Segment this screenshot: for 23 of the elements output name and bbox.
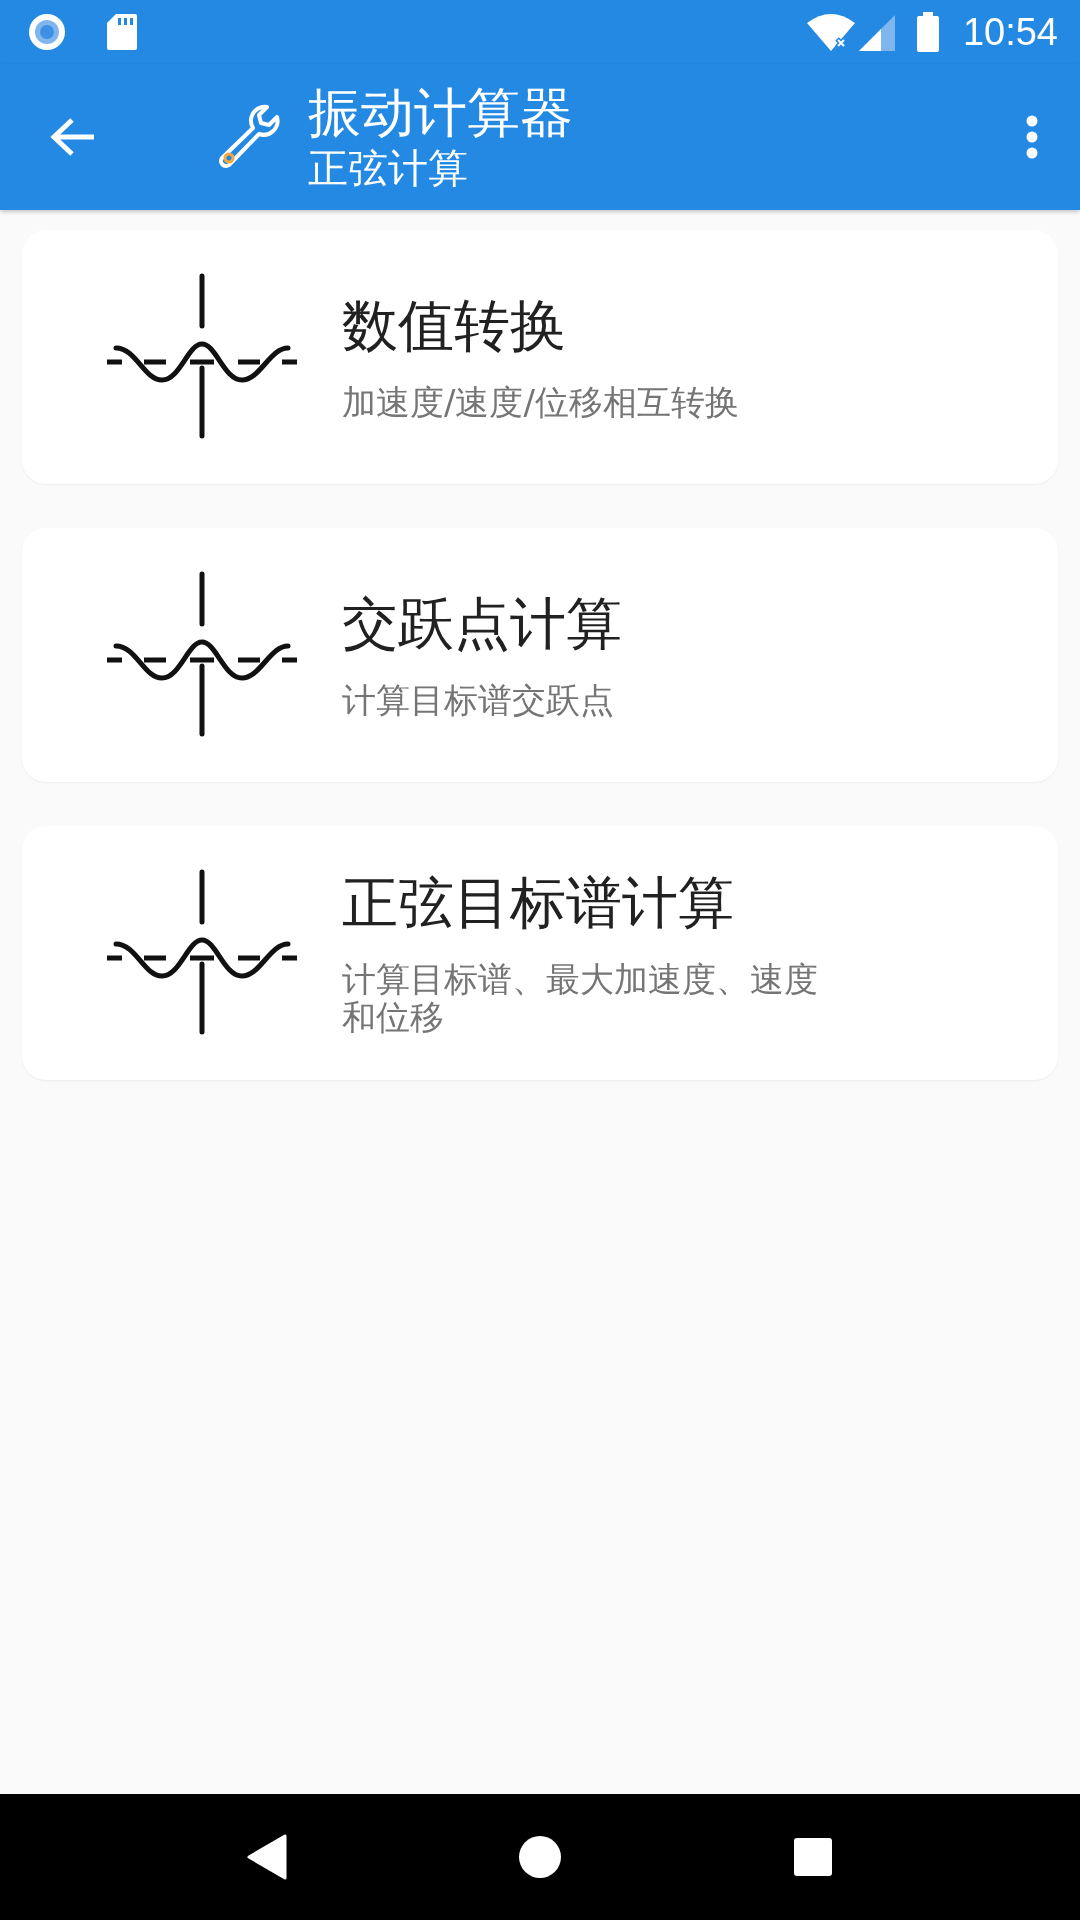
card-title: 数值转换 — [342, 293, 567, 359]
circle-icon — [518, 1835, 562, 1879]
card-description: 加速度/速度/位移相互转换 — [342, 383, 740, 421]
notification-icon — [28, 13, 66, 51]
back-arrow-icon — [50, 117, 96, 157]
card-title: 交跃点计算 — [342, 591, 623, 657]
calculator-card[interactable]: 交跃点计算 计算目标谱交跃点 — [22, 528, 1058, 782]
wifi-icon — [806, 13, 855, 51]
card-description: 计算目标谱、最大加速度、速度和位移 — [342, 960, 819, 1036]
wrench-icon — [216, 104, 282, 170]
card-description: 计算目标谱交跃点 — [342, 681, 615, 719]
calculator-card[interactable]: 正弦目标谱计算 计算目标谱、最大加速度、速度和位移 — [22, 826, 1058, 1080]
square-icon — [793, 1837, 834, 1877]
signal-icon — [858, 13, 895, 51]
battery-icon — [916, 12, 939, 52]
sd-card-icon — [106, 13, 138, 51]
card-title: 正弦目标谱计算 — [342, 870, 735, 936]
calculator-card[interactable]: 数值转换 加速度/速度/位移相互转换 — [22, 230, 1058, 484]
clock-time: 10:54 — [962, 10, 1058, 54]
triangle-icon — [246, 1834, 287, 1880]
app-subtitle: 正弦计算 — [308, 144, 469, 192]
more-vertical-icon — [1026, 115, 1038, 159]
app-title: 振动计算器 — [308, 82, 574, 144]
